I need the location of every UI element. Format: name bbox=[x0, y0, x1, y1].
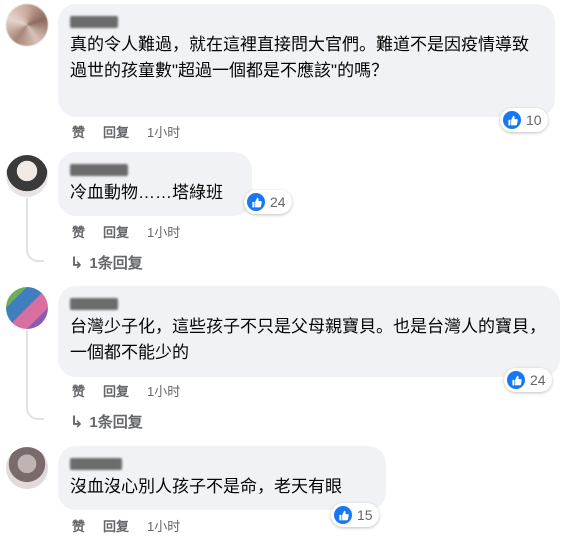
like-icon bbox=[334, 506, 352, 524]
commenter-name-redacted[interactable] bbox=[70, 12, 543, 32]
reaction-number: 24 bbox=[530, 372, 546, 388]
reaction-count[interactable]: 24 bbox=[244, 190, 292, 214]
comment-text: 真的令人難過，就在這裡直接問大官們。難道不是因疫情導致過世的孩童數"超過一個都是… bbox=[70, 35, 529, 80]
reaction-number: 10 bbox=[526, 112, 542, 128]
thread-line bbox=[26, 330, 28, 402]
thread-connector bbox=[26, 244, 44, 262]
reply-button[interactable]: 回复 bbox=[103, 222, 129, 241]
replies-count: 1条回复 bbox=[89, 414, 143, 431]
comment-bubble: 沒血沒心別人孩子不是命，老天有眼 bbox=[58, 446, 386, 510]
like-icon bbox=[503, 111, 521, 129]
comment-bubble: 台灣少子化，這些孩子不只是父母親寶貝。也是台灣人的寶貝，一個都不能少的 bbox=[58, 286, 560, 377]
like-button[interactable]: 赞 bbox=[72, 122, 85, 141]
reply-arrow-icon: ↳ bbox=[70, 254, 84, 272]
like-button[interactable]: 赞 bbox=[72, 381, 85, 400]
reply-button[interactable]: 回复 bbox=[103, 122, 129, 141]
comment-actions: 赞 回复 1小时 bbox=[72, 516, 180, 535]
comment-bubble: 冷血動物……塔綠班 bbox=[58, 152, 252, 216]
like-icon bbox=[507, 371, 525, 389]
avatar[interactable] bbox=[6, 155, 48, 197]
avatar[interactable] bbox=[6, 447, 48, 489]
commenter-name-redacted[interactable] bbox=[70, 294, 548, 314]
replies-count: 1条回复 bbox=[89, 255, 143, 272]
commenter-name-redacted[interactable] bbox=[70, 454, 374, 474]
comment-actions: 赞 回复 1小时 bbox=[72, 122, 180, 141]
comment-text: 沒血沒心別人孩子不是命，老天有眼 bbox=[70, 477, 342, 496]
reaction-count[interactable]: 24 bbox=[504, 368, 552, 392]
like-icon bbox=[247, 193, 265, 211]
avatar[interactable] bbox=[6, 4, 48, 46]
reaction-number: 15 bbox=[357, 507, 373, 523]
like-button[interactable]: 赞 bbox=[72, 222, 85, 241]
comment-bubble: 真的令人難過，就在這裡直接問大官們。難道不是因疫情導致過世的孩童數"超過一個都是… bbox=[58, 4, 555, 117]
commenter-name-redacted[interactable] bbox=[70, 160, 240, 180]
view-replies-link[interactable]: ↳ 1条回复 bbox=[70, 252, 143, 273]
like-button[interactable]: 赞 bbox=[72, 516, 85, 535]
reply-arrow-icon: ↳ bbox=[70, 413, 84, 431]
timestamp[interactable]: 1小时 bbox=[147, 516, 180, 535]
timestamp[interactable]: 1小时 bbox=[147, 122, 180, 141]
reaction-number: 24 bbox=[270, 194, 286, 210]
reaction-count[interactable]: 10 bbox=[500, 108, 548, 132]
avatar[interactable] bbox=[6, 287, 48, 329]
view-replies-link[interactable]: ↳ 1条回复 bbox=[70, 411, 143, 432]
comment-actions: 赞 回复 1小时 bbox=[72, 381, 180, 400]
timestamp[interactable]: 1小时 bbox=[147, 381, 180, 400]
thread-connector bbox=[26, 402, 44, 420]
comment-text: 冷血動物……塔綠班 bbox=[70, 183, 223, 202]
reply-button[interactable]: 回复 bbox=[103, 516, 129, 535]
reply-button[interactable]: 回复 bbox=[103, 381, 129, 400]
thread-line bbox=[26, 198, 28, 244]
reaction-count[interactable]: 15 bbox=[331, 503, 379, 527]
comment-actions: 赞 回复 1小时 bbox=[72, 222, 180, 241]
timestamp[interactable]: 1小时 bbox=[147, 222, 180, 241]
comment-text: 台灣少子化，這些孩子不只是父母親寶貝。也是台灣人的寶貝，一個都不能少的 bbox=[70, 317, 546, 362]
